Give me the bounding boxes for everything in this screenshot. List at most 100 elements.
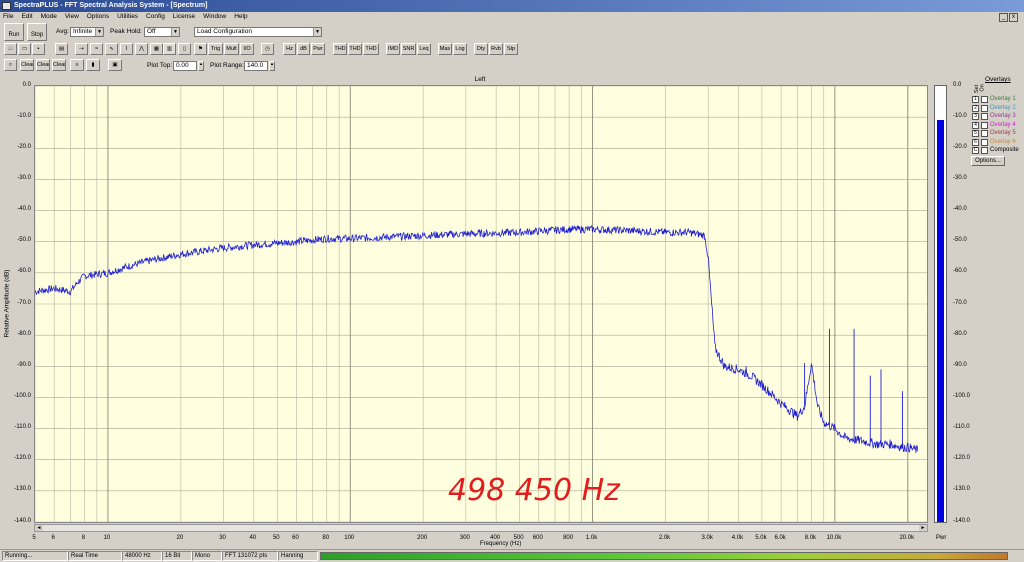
zoom-icon[interactable]: ⌕ <box>4 59 17 71</box>
minimize-button[interactable]: _ <box>999 13 1008 22</box>
clear-max-button[interactable]: Clear Max <box>36 59 50 71</box>
peak-icon[interactable]: ⋏ <box>70 59 84 71</box>
thd-freq-button[interactable]: THD Freq <box>363 43 379 55</box>
phase-icon[interactable]: ⋀ <box>135 43 148 55</box>
overlay-checkbox[interactable] <box>981 130 988 137</box>
scroll-left-icon[interactable]: ◄ <box>35 525 43 531</box>
chevron-down-icon: ▼ <box>313 28 321 36</box>
y-tick-label: -80.0 <box>17 330 31 337</box>
x-axis-label: Frequency (Hz) <box>480 541 522 547</box>
meter-tick-label: 0.0 <box>953 81 962 88</box>
waveform-icon[interactable]: ⌇ <box>120 43 133 55</box>
overlay-set-button[interactable]: 2 <box>972 104 979 112</box>
meter-tick-label: -40.0 <box>953 206 967 213</box>
plot-top-input[interactable]: 0.00 <box>173 61 197 71</box>
overlay-checkbox[interactable] <box>981 96 988 103</box>
meter-tick-label: -10.0 <box>953 112 967 119</box>
trig-button[interactable]: Trig <box>208 43 223 55</box>
x-tick-label: 2.0k <box>658 535 671 541</box>
overlay-set-button[interactable]: 4 <box>972 121 979 129</box>
plot-top-spinner[interactable]: ▲▼ <box>198 61 204 71</box>
plot-range-input[interactable]: 140.0 <box>244 61 268 71</box>
overlay-checkbox[interactable] <box>981 138 988 146</box>
log-button[interactable]: Log <box>453 43 467 55</box>
db-button[interactable]: dB <box>297 43 310 55</box>
overlay-set-button[interactable]: C <box>972 147 979 154</box>
peak-hold-select[interactable]: Off ▼ <box>144 27 180 37</box>
sweep-icon[interactable]: ≈ <box>90 43 103 55</box>
menu-file[interactable]: File <box>0 12 16 22</box>
overlay-set-button[interactable]: 5 <box>972 130 979 137</box>
spectrum-plot[interactable] <box>34 85 928 523</box>
menu-window[interactable]: Window <box>200 12 229 22</box>
plot-range-spinner[interactable]: ▲▼ <box>269 61 275 71</box>
new-icon[interactable]: □ <box>4 43 17 55</box>
menu-options[interactable]: Options <box>84 12 112 22</box>
menu-edit[interactable]: Edit <box>18 12 35 22</box>
config-select[interactable]: Load Configuration ▼ <box>194 27 322 37</box>
options-button[interactable]: Options... <box>971 156 1005 166</box>
menu-license[interactable]: License <box>170 12 198 22</box>
clock-icon[interactable]: ◷ <box>261 43 274 55</box>
menu-mode[interactable]: Mode <box>38 12 60 22</box>
dty-button[interactable]: Dty <box>474 43 488 55</box>
overlay-checkbox[interactable] <box>981 147 988 154</box>
channel-title: Left <box>474 76 486 83</box>
y-tick-label: -110.0 <box>14 424 31 431</box>
mult-button[interactable]: Mult <box>224 43 239 55</box>
menu-config[interactable]: Config <box>143 12 168 22</box>
snr-button[interactable]: SNR <box>401 43 416 55</box>
leq-button[interactable]: Leq <box>417 43 431 55</box>
pwr-button[interactable]: Pwr <box>311 43 325 55</box>
x-tick-label: 6 <box>51 535 55 541</box>
x-tick-label: 5.0k <box>755 535 767 541</box>
overlay-checkbox[interactable] <box>981 121 988 129</box>
meter-tick-label: -100.0 <box>953 392 971 399</box>
x-tick-label: 300 <box>459 535 470 541</box>
open-icon[interactable]: ▭ <box>18 43 31 55</box>
mas-button[interactable]: Mas <box>438 43 452 55</box>
signal-gen-icon[interactable]: ⇢ <box>75 43 88 55</box>
stop-button[interactable]: Stop <box>27 23 47 41</box>
spectrogram-icon[interactable]: ▦ <box>150 43 163 55</box>
x-tick-label: 20.0k <box>899 535 915 541</box>
y-tick-label: -120.0 <box>13 455 31 462</box>
filter-icon[interactable]: ⚑ <box>194 43 207 55</box>
overlay-label: Overlay 5 <box>990 130 1016 136</box>
hz-button[interactable]: Hz <box>283 43 296 55</box>
x-tick-label: 600 <box>532 535 543 541</box>
close-button[interactable]: x <box>1009 13 1018 22</box>
avg-select[interactable]: Infinite ▼ <box>70 27 104 37</box>
overlay-set-button[interactable]: 1 <box>972 96 979 103</box>
grid-icon[interactable]: ▣ <box>108 59 122 71</box>
spectrum-icon[interactable]: ▥ <box>163 43 176 55</box>
menu-utilities[interactable]: Utilities <box>114 12 141 22</box>
scroll-right-icon[interactable]: ► <box>919 525 927 531</box>
overlay-set-button[interactable]: 6 <box>972 138 979 146</box>
thd-button[interactable]: THD <box>333 43 347 55</box>
meter-tick-label: -30.0 <box>953 174 967 181</box>
imd-button[interactable]: IMD <box>386 43 400 55</box>
io-button[interactable]: I/O <box>240 43 254 55</box>
stp-button[interactable]: Stp <box>504 43 518 55</box>
meter-icon[interactable]: ▯ <box>178 43 191 55</box>
overlay-checkbox[interactable] <box>981 104 988 112</box>
print-icon[interactable]: ▤ <box>55 43 68 55</box>
clear-min-button[interactable]: Clear Min <box>52 59 66 71</box>
menu-help[interactable]: Help <box>231 12 250 22</box>
time-series-icon[interactable]: ∿ <box>105 43 118 55</box>
clear-all-button[interactable]: Clear All <box>20 59 34 71</box>
overlay-checkbox[interactable] <box>981 113 988 120</box>
run-button[interactable]: Run <box>4 23 24 41</box>
horizontal-scrollbar[interactable]: ◄ ► <box>34 524 928 532</box>
bars-icon[interactable]: ▮ <box>86 59 100 71</box>
meter-tick-label: -120.0 <box>953 455 971 462</box>
x-tick-label: 40 <box>249 535 257 541</box>
thdn-button[interactable]: THD +N <box>348 43 362 55</box>
overlay-label: Overlay 2 <box>990 104 1016 111</box>
save-icon[interactable]: ▪ <box>32 43 45 55</box>
overlay-set-button[interactable]: 3 <box>972 113 979 120</box>
stop-label: Stop <box>30 32 44 38</box>
rvb-button[interactable]: Rvb <box>489 43 503 55</box>
menu-view[interactable]: View <box>62 12 82 22</box>
